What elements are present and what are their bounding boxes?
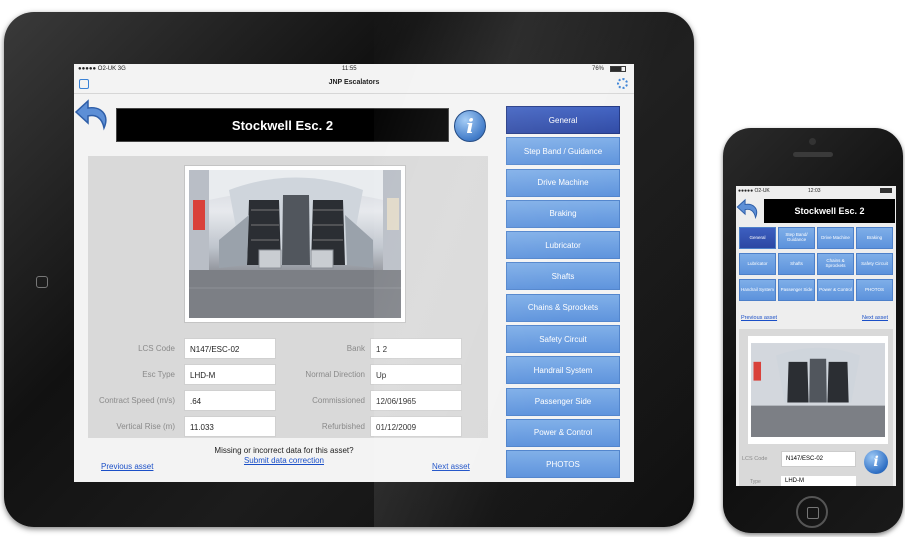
phone-tile-passenger-side[interactable]: Passenger Side bbox=[778, 279, 815, 301]
menu-item-handrail-system[interactable]: Handrail System bbox=[506, 356, 620, 385]
menu-item-lubricator[interactable]: Lubricator bbox=[506, 231, 620, 260]
refurbished-label: Refurbished bbox=[321, 422, 365, 431]
vertical-rise-value: 11.033 bbox=[184, 416, 276, 437]
phone-clock-text: 12:03 bbox=[808, 188, 821, 194]
menu-item-chains-sprockets[interactable]: Chains & Sprockets bbox=[506, 293, 620, 322]
speaker-grille bbox=[793, 152, 833, 157]
phone-info-icon[interactable]: i bbox=[864, 450, 888, 474]
esc-type-value: LHD-M bbox=[184, 364, 276, 385]
submit-correction-link[interactable]: Submit data correction bbox=[214, 456, 354, 465]
menu-item-braking[interactable]: Braking bbox=[506, 199, 620, 228]
phone-escalator-image bbox=[751, 343, 885, 437]
battery-text: 76% bbox=[592, 66, 605, 72]
nav-bar: JNP Escalators bbox=[74, 74, 634, 94]
lcs-code-value: N147/ESC-02 bbox=[184, 338, 276, 359]
lcs-code-label: LCS Code bbox=[138, 344, 175, 353]
normal-direction-label: Normal Direction bbox=[305, 370, 365, 379]
phone-carrier-text: ●●●●● O2-UK bbox=[738, 188, 770, 194]
asset-title: Stockwell Esc. 2 bbox=[116, 108, 449, 142]
phone-lcs-code-label: LCS Code bbox=[742, 456, 768, 462]
phone-tile-safety-circuit[interactable]: Safety Circuit bbox=[856, 253, 893, 275]
esc-type-label: Esc Type bbox=[142, 370, 175, 379]
phone-tile-step-band-guidance[interactable]: Step Band/ Guidance bbox=[778, 227, 815, 249]
menu-item-passenger-side[interactable]: Passenger Side bbox=[506, 387, 620, 416]
phone-tile-power-control[interactable]: Power & Control bbox=[817, 279, 854, 301]
escalator-photo[interactable] bbox=[184, 165, 406, 323]
phone-tile-drive-machine[interactable]: Drive Machine bbox=[817, 227, 854, 249]
iphone-home-button[interactable] bbox=[796, 496, 828, 528]
commissioned-value: 12/06/1965 bbox=[370, 390, 462, 411]
bank-label: Bank bbox=[346, 344, 365, 353]
menu-item-safety-circuit[interactable]: Safety Circuit bbox=[506, 325, 620, 354]
menu-item-step-band-guidance[interactable]: Step Band / Guidance bbox=[506, 137, 620, 166]
phone-asset-title: Stockwell Esc. 2 bbox=[764, 199, 895, 223]
previous-asset-link[interactable]: Previous asset bbox=[101, 462, 153, 471]
phone-lcs-code-value: N147/ESC-02 bbox=[781, 451, 856, 467]
status-bar: ●●●●● O2-UK 3G 11:55 76% bbox=[74, 64, 634, 74]
escalator-image bbox=[189, 170, 401, 318]
phone-type-value: LHD-M bbox=[781, 476, 856, 486]
next-asset-link[interactable]: Next asset bbox=[432, 462, 470, 471]
info-icon[interactable]: i bbox=[454, 110, 486, 142]
menu-item-drive-machine[interactable]: Drive Machine bbox=[506, 168, 620, 197]
camera-lens bbox=[809, 138, 816, 145]
nav-title: JNP Escalators bbox=[328, 79, 380, 86]
battery-icon bbox=[610, 66, 626, 72]
commissioned-label: Commissioned bbox=[312, 396, 365, 405]
ipad-home-button[interactable] bbox=[36, 276, 48, 288]
menu-item-photos[interactable]: PHOTOS bbox=[506, 450, 620, 479]
phone-tile-photos[interactable]: PHOTOS bbox=[856, 279, 893, 301]
phone-next-asset-link[interactable]: Next asset bbox=[862, 315, 888, 321]
phone-type-label: Type bbox=[750, 479, 761, 485]
menu-item-shafts[interactable]: Shafts bbox=[506, 262, 620, 291]
phone-tile-handrail-system[interactable]: Handrail System bbox=[739, 279, 776, 301]
phone-status-bar: ●●●●● O2-UK 12:03 bbox=[736, 186, 896, 195]
normal-direction-value: Up bbox=[370, 364, 462, 385]
refurbished-value: 01/12/2009 bbox=[370, 416, 462, 437]
phone-tile-general[interactable]: General bbox=[739, 227, 776, 249]
ipad-device: ●●●●● O2-UK 3G 11:55 76% JNP Escalators … bbox=[4, 12, 694, 527]
clock-text: 11:55 bbox=[342, 66, 357, 72]
carrier-text: ●●●●● O2-UK 3G bbox=[78, 66, 126, 72]
phone-battery-icon bbox=[880, 188, 892, 193]
phone-tile-chains-sprockets[interactable]: Chains & Sprockets bbox=[817, 253, 854, 275]
missing-data-text: Missing or incorrect data for this asset… bbox=[214, 446, 354, 455]
bank-value: 1 2 bbox=[370, 338, 462, 359]
phone-back-arrow-icon[interactable] bbox=[736, 197, 762, 221]
ipad-screen: ●●●●● O2-UK 3G 11:55 76% JNP Escalators … bbox=[74, 64, 634, 482]
contract-speed-value: .64 bbox=[184, 390, 276, 411]
menu-item-power-control[interactable]: Power & Control bbox=[506, 418, 620, 447]
menu-item-general[interactable]: General bbox=[506, 106, 620, 134]
contract-speed-label: Contract Speed (m/s) bbox=[98, 396, 175, 405]
vertical-rise-label: Vertical Rise (m) bbox=[116, 422, 175, 431]
iphone-device: ●●●●● O2-UK 12:03 Stockwell Esc. 2 Gener… bbox=[723, 128, 903, 533]
section-menu: General Step Band / Guidance Drive Machine… bbox=[506, 106, 620, 482]
iphone-screen: ●●●●● O2-UK 12:03 Stockwell Esc. 2 Gener… bbox=[736, 186, 896, 486]
phone-tile-lubricator[interactable]: Lubricator bbox=[739, 253, 776, 275]
phone-escalator-photo[interactable] bbox=[748, 336, 888, 444]
gear-icon[interactable] bbox=[617, 78, 628, 89]
back-arrow-icon[interactable] bbox=[74, 98, 114, 132]
phone-tile-braking[interactable]: Braking bbox=[856, 227, 893, 249]
stage: ●●●●● O2-UK 3G 11:55 76% JNP Escalators … bbox=[0, 0, 905, 537]
phone-tile-shafts[interactable]: Shafts bbox=[778, 253, 815, 275]
phone-previous-asset-link[interactable]: Previous asset bbox=[741, 315, 777, 321]
